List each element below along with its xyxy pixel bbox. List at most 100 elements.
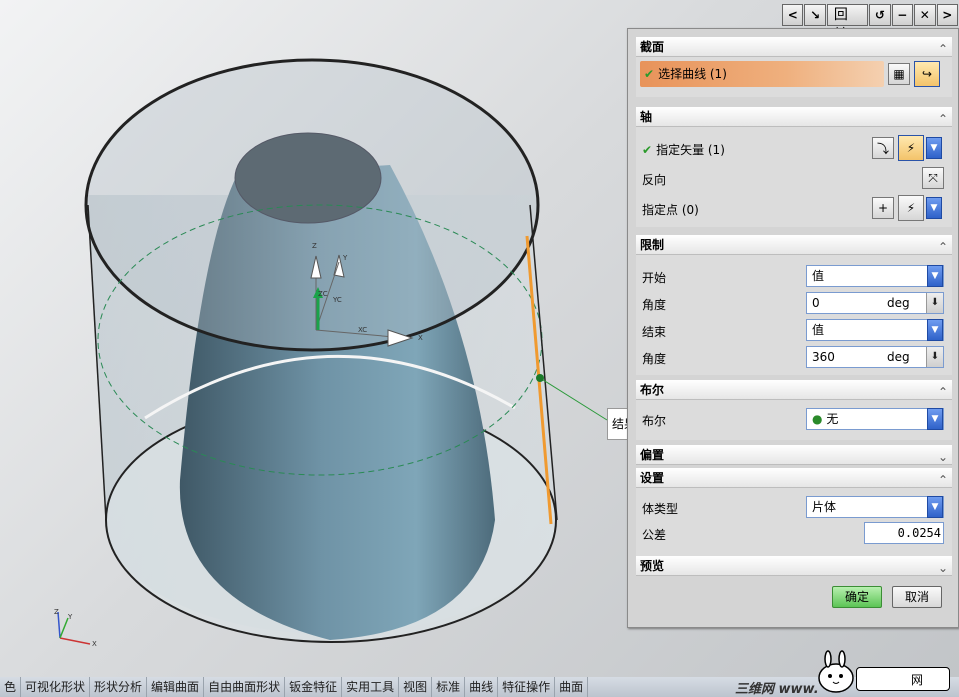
body-type-label: 体类型 [642,502,679,516]
toolbar-tab[interactable]: 特征操作 [498,677,556,697]
triad-zc-label: ZC [318,290,328,298]
inferred-vector-icon[interactable]: ⚡ [898,135,924,161]
mini-triad-x-label: X [92,640,97,648]
body-type-value: 片体 [812,500,837,514]
mini-triad-y-label: Y [68,613,73,621]
toolbar-tab[interactable]: 标准 [432,677,466,697]
chevron-up-icon: ⌃ [937,42,948,56]
section-header-offset[interactable]: 偏置 ⌄ [636,445,952,465]
triad-x-label: X [418,334,423,342]
boolean-select[interactable]: ● 无 ▼ [806,408,944,430]
start-label: 开始 [642,271,667,285]
toolbar-tab[interactable]: 曲线 [465,677,499,697]
arrow-down-icon[interactable]: ⬇ [926,347,943,367]
end-type-value: 值 [812,323,825,337]
section-header-section[interactable]: 截面 ⌃ [636,37,952,57]
minimize-icon[interactable]: − [891,4,914,26]
axis-title: 轴 [640,110,653,124]
check-icon: ✔ [644,67,655,81]
reset-icon[interactable]: ↺ [869,4,891,26]
ok-button[interactable]: 确定 [832,586,882,608]
end-type-select[interactable]: 值 ▼ [806,319,944,341]
end-label: 结束 [642,325,667,339]
end-angle-input[interactable]: 360 deg ⬇ [806,346,944,368]
offset-title: 偏置 [640,448,665,462]
vector-dialog-icon[interactable]: ⤵ [872,137,894,159]
start-angle-label: 角度 [642,298,667,312]
section-header-preview[interactable]: 预览 ⌄ [636,556,952,576]
dialog-title: 回转 [826,4,869,43]
triad-z-label: Z [312,242,317,250]
mascot-icon [818,650,854,693]
toolbar-tab[interactable]: 曲面 [555,677,589,697]
specify-vector-row[interactable]: ✔ 指定矢量 (1) [642,141,725,158]
back-icon[interactable]: < [782,4,804,26]
start-angle-unit: deg [887,296,910,310]
boolean-title: 布尔 [640,383,665,397]
specify-point-label[interactable]: 指定点 (0) [642,201,699,218]
sketch-section-icon[interactable]: ▦ [888,63,910,85]
start-type-select[interactable]: 值 ▼ [806,265,944,287]
chevron-down-icon[interactable]: ▼ [927,496,943,518]
triad-xc-label: XC [358,326,368,334]
chevron-up-icon: ⌃ [937,473,948,487]
section-body: ✔ 选择曲线 (1) ▦ ↪ [636,57,952,97]
toolbar-tab[interactable]: 色 [0,677,22,697]
select-curve-row[interactable]: ✔ 选择曲线 (1) [640,61,884,87]
limits-body: 开始 值 ▼ 角度 0 deg ⬇ 结束 值 ▼ 角度 360 deg ⬇ [636,255,952,375]
watermark-text: 三维网 www. [735,682,819,697]
close-icon[interactable]: ✕ [914,4,936,26]
boolean-value: 无 [826,412,839,426]
point-dropdown-icon[interactable]: ▼ [926,197,942,219]
inferred-point-icon[interactable]: ⚡ [898,195,924,221]
chevron-down-icon[interactable]: ▼ [927,265,943,287]
triad-y-label: Y [343,254,348,262]
start-type-value: 值 [812,269,825,283]
chevron-down-icon[interactable]: ▼ [927,319,943,341]
tolerance-value: 0.0254 [897,526,941,540]
chevron-down-icon: ⌄ [937,561,948,575]
limits-title: 限制 [640,238,665,252]
cancel-button[interactable]: 取消 [892,586,942,608]
specify-vector-label: 指定矢量 (1) [656,143,725,157]
tolerance-input[interactable]: 0.0254 [864,522,944,544]
section-header-axis[interactable]: 轴 ⌃ [636,107,952,127]
curve-select-icon[interactable]: ↪ [914,61,940,87]
section-title: 截面 [640,40,665,54]
reverse-direction-icon[interactable]: ⤧ [922,167,944,189]
mini-triad-z-label: Z [54,608,59,616]
chevron-up-icon: ⌃ [937,112,948,126]
chevron-up-icon: ⌃ [937,240,948,254]
toolbar-tab[interactable]: 实用工具 [342,677,400,697]
arrow-down-icon[interactable]: ⬇ [926,293,943,313]
chevron-down-icon[interactable]: ▼ [927,408,943,430]
end-angle-value: 360 [812,350,835,364]
body-type-select[interactable]: 片体 ▼ [806,496,944,518]
tolerance-label: 公差 [642,528,667,542]
start-angle-value: 0 [812,296,820,310]
forward-icon[interactable]: > [936,4,958,26]
check-icon: ✔ [642,143,653,157]
toolbar-tab[interactable]: 钣金特征 [285,677,343,697]
section-header-boolean[interactable]: 布尔 ⌃ [636,380,952,400]
section-header-settings[interactable]: 设置 ⌃ [636,468,952,488]
axis-body: ✔ 指定矢量 (1) ⤵ ⚡ ▼ 反向 ⤧ 指定点 (0) + ⚡ ▼ [636,127,952,227]
end-angle-unit: deg [887,350,910,364]
boolean-label: 布尔 [642,414,667,428]
toolbar-tab[interactable]: 可视化形状 [21,677,91,697]
chevron-up-icon: ⌃ [937,385,948,399]
start-angle-input[interactable]: 0 deg ⬇ [806,292,944,314]
toolbar-tab[interactable]: 视图 [399,677,433,697]
boolean-body: 布尔 ● 无 ▼ [636,400,952,440]
settings-title: 设置 [640,471,665,485]
toolbar-tab[interactable]: 形状分析 [90,677,148,697]
section-header-limits[interactable]: 限制 ⌃ [636,235,952,255]
boolean-none-icon: ● [812,412,823,426]
select-curve-label: 选择曲线 (1) [658,67,727,81]
watermark-box: 网 [856,667,950,691]
toolbar-tab[interactable]: 编辑曲面 [147,677,205,697]
vector-dropdown-icon[interactable]: ▼ [926,137,942,159]
pin-icon[interactable]: ↘ [804,4,826,26]
toolbar-tab[interactable]: 自由曲面形状 [204,677,286,697]
point-dialog-icon[interactable]: + [872,197,894,219]
